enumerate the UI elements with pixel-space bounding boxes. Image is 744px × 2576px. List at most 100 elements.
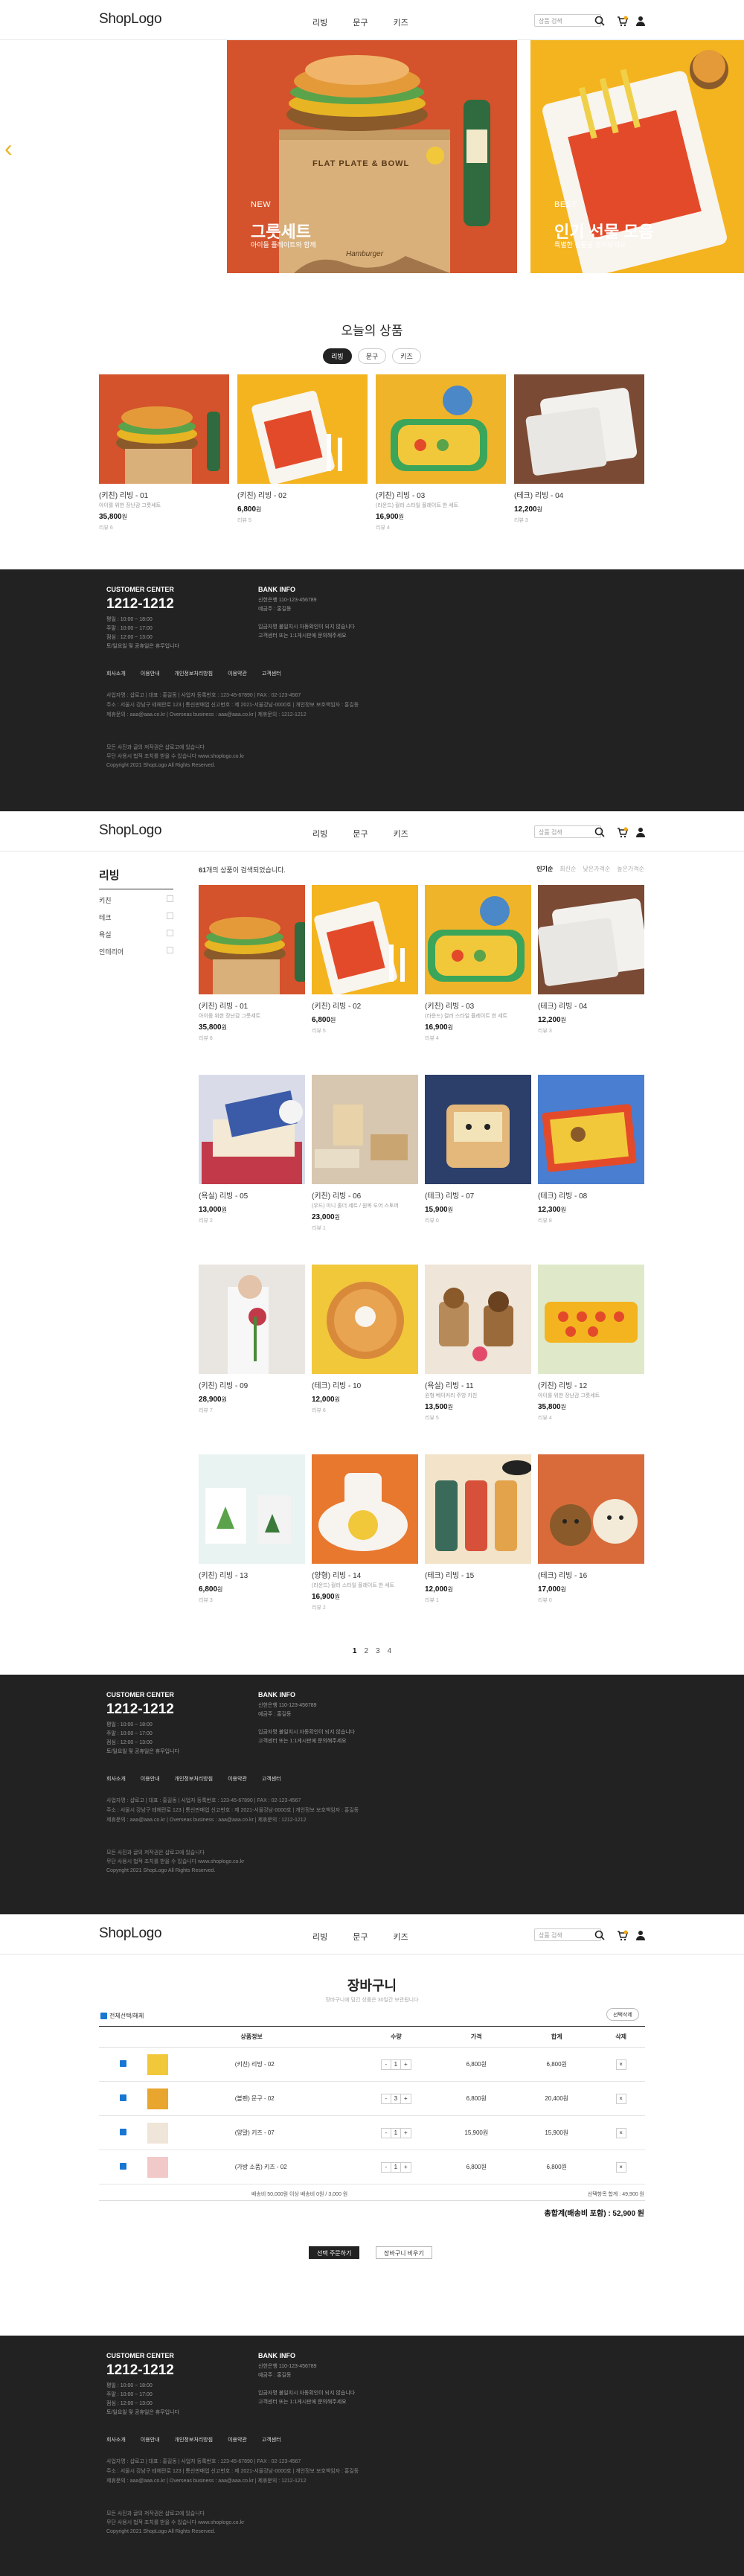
product-image[interactable] [425,1265,531,1374]
nav-kids[interactable]: 키즈 [394,1931,408,1943]
product-image[interactable] [425,885,531,994]
product-image[interactable] [199,1265,305,1374]
logo[interactable]: ShopLogo [99,1925,162,1942]
product-card[interactable]: (키친) 리빙 - 02 6,800원 리뷰 5 [312,885,418,1035]
cart-product-thumbnail[interactable] [147,2122,168,2144]
product-card[interactable]: (키친) 리빙 - 09 28,900원 리뷰 7 [199,1265,305,1414]
logo[interactable]: ShopLogo [99,822,162,839]
product-name[interactable]: (테크) 리빙 - 15 [425,1569,531,1580]
page-1[interactable]: 1 [353,1647,357,1655]
page-2[interactable]: 2 [364,1647,368,1655]
row-checkbox[interactable] [119,2129,126,2135]
nav-kids[interactable]: 키즈 [394,16,408,28]
search-input[interactable]: 상품 검색 [534,1928,601,1941]
product-name[interactable]: (키친) 리빙 - 06 [312,1189,418,1201]
search-icon[interactable] [594,826,606,838]
cart-product-name[interactable]: (양말) 키즈 - 07 [235,2129,275,2136]
product-image[interactable] [425,1075,531,1184]
product-image[interactable] [425,1454,531,1564]
product-image[interactable] [538,1075,644,1184]
product-card[interactable]: (테크) 리빙 - 16 17,000원 리뷰 0 [538,1454,644,1604]
nav-living[interactable]: 리빙 [312,1931,327,1943]
filter-checkbox[interactable] [167,913,173,919]
footer-link[interactable]: 개인정보처리방침 [175,2436,214,2444]
nav-stationery[interactable]: 문구 [353,1931,368,1943]
footer-link[interactable]: 이용약관 [228,670,247,677]
product-image[interactable] [376,374,506,484]
product-card[interactable]: (욕실) 리빙 - 05 13,000원 리뷰 2 [199,1075,305,1224]
qty-plus-button[interactable]: + [401,2129,411,2138]
today-tab-kids[interactable]: 키즈 [392,348,421,364]
cart-product-thumbnail[interactable] [147,2088,168,2109]
product-name[interactable]: (키친) 리빙 - 02 [312,1000,418,1011]
product-name[interactable]: (키친) 리빙 - 09 [199,1379,305,1390]
product-image[interactable] [312,885,418,994]
hero-slide-1[interactable]: FLAT PLATE & BOWL Hamburger NEW 그릇세트 아이들… [227,40,517,273]
today-tab-living[interactable]: 리빙 [323,348,352,364]
product-card[interactable]: (테크) 리빙 - 15 12,000원 리뷰 1 [425,1454,531,1604]
search-icon[interactable] [594,1929,606,1941]
product-image[interactable] [199,885,305,994]
quantity-stepper[interactable]: -1 + [380,2127,411,2138]
product-name[interactable]: (욕실) 리빙 - 05 [199,1189,305,1201]
product-card[interactable]: (키친) 리빙 - 01 아이를 위한 장난감 그릇세트 35,800원 리뷰 6 [199,885,305,1042]
product-name[interactable]: (키친) 리빙 - 01 [199,1000,305,1011]
cart-product-name[interactable]: (키친) 리빙 - 02 [235,2061,275,2068]
qty-plus-button[interactable]: + [401,2094,411,2103]
nav-living[interactable]: 리빙 [312,16,327,28]
product-image[interactable] [514,374,644,484]
footer-link[interactable]: 회사소개 [106,670,126,677]
filter-tech[interactable]: 테크 [99,913,173,922]
sort-popular[interactable]: 인기순 [536,865,553,873]
footer-link[interactable]: 개인정보처리방침 [175,670,214,677]
hero-slide-2[interactable]: BEST 인기 선물 모음 특별한 선물을 찾아보세요 [530,40,744,275]
footer-link[interactable]: 고객센터 [262,1775,281,1783]
today-tab-stationery[interactable]: 문구 [357,348,387,364]
qty-plus-button[interactable]: + [401,2060,411,2069]
filter-checkbox[interactable] [167,895,173,902]
product-card[interactable]: (키친) 리빙 - 03 (라운드) 컬러 스타일 플레이트 한 세트 16,900… [376,374,506,531]
quantity-stepper[interactable]: -1 + [380,2161,411,2173]
product-card[interactable]: (키친) 리빙 - 12 아이를 위한 장난감 그릇세트 35,800원 리뷰 4 [538,1265,644,1422]
product-card[interactable]: (키친) 리빙 - 13 6,800원 리뷰 3 [199,1454,305,1604]
footer-link[interactable]: 회사소개 [106,2436,126,2444]
nav-stationery[interactable]: 문구 [353,16,368,28]
product-card[interactable]: (테크) 리빙 - 07 15,900원 리뷰 0 [425,1075,531,1224]
product-name[interactable]: (키친) 리빙 - 03 [425,1000,531,1011]
footer-link[interactable]: 고객센터 [262,2436,281,2444]
product-name[interactable]: (테크) 리빙 - 07 [425,1189,531,1201]
product-name[interactable]: (키친) 리빙 - 02 [237,489,368,500]
user-icon[interactable] [635,826,647,838]
product-name[interactable]: (키친) 리빙 - 03 [376,489,506,500]
product-card[interactable]: (키친) 리빙 - 01 아이를 위한 장난감 그릇세트 35,800원 리뷰 6 [99,374,229,531]
page-4[interactable]: 4 [388,1647,392,1655]
cart-product-name[interactable]: (가방 소품) 키즈 - 02 [235,2164,287,2170]
product-card[interactable]: (키친) 리빙 - 03 (라운드) 컬러 스타일 플레이트 한 세트 16,900… [425,885,531,1042]
product-image[interactable] [538,1265,644,1374]
qty-plus-button[interactable]: + [401,2163,411,2172]
user-icon[interactable] [635,15,647,27]
logo[interactable]: ShopLogo [99,11,162,28]
product-card[interactable]: (테크) 리빙 - 04 12,200원 리뷰 3 [514,374,644,524]
qty-minus-button[interactable]: - [382,2094,391,2103]
qty-minus-button[interactable]: - [382,2128,391,2138]
footer-link[interactable]: 이용약관 [228,1775,247,1783]
qty-minus-button[interactable]: - [382,2162,391,2172]
qty-value[interactable]: 1 [391,2128,401,2138]
quantity-stepper[interactable]: -3 + [380,2093,411,2104]
footer-link[interactable]: 이용안내 [141,2436,160,2444]
product-name[interactable]: (키친) 리빙 - 12 [538,1379,644,1390]
row-checkbox[interactable] [119,2163,126,2170]
clear-cart-button[interactable]: 장바구니 비우기 [376,2246,432,2259]
sort-newest[interactable]: 최신순 [559,865,576,873]
product-card[interactable]: (욕실) 리빙 - 11 원형 베이커리 주방 키친 13,500원 리뷰 5 [425,1265,531,1422]
row-checkbox[interactable] [119,2060,126,2067]
filter-checkbox[interactable] [167,930,173,936]
user-icon[interactable] [635,1929,647,1941]
filter-interior[interactable]: 인테리어 [99,947,173,956]
footer-link[interactable]: 이용약관 [228,2436,247,2444]
cart-icon[interactable] [616,1929,628,1941]
cart-product-name[interactable]: (볼펜) 문구 - 02 [235,2095,275,2102]
qty-value[interactable]: 1 [391,2162,401,2172]
product-name[interactable]: (테크) 리빙 - 08 [538,1189,644,1201]
